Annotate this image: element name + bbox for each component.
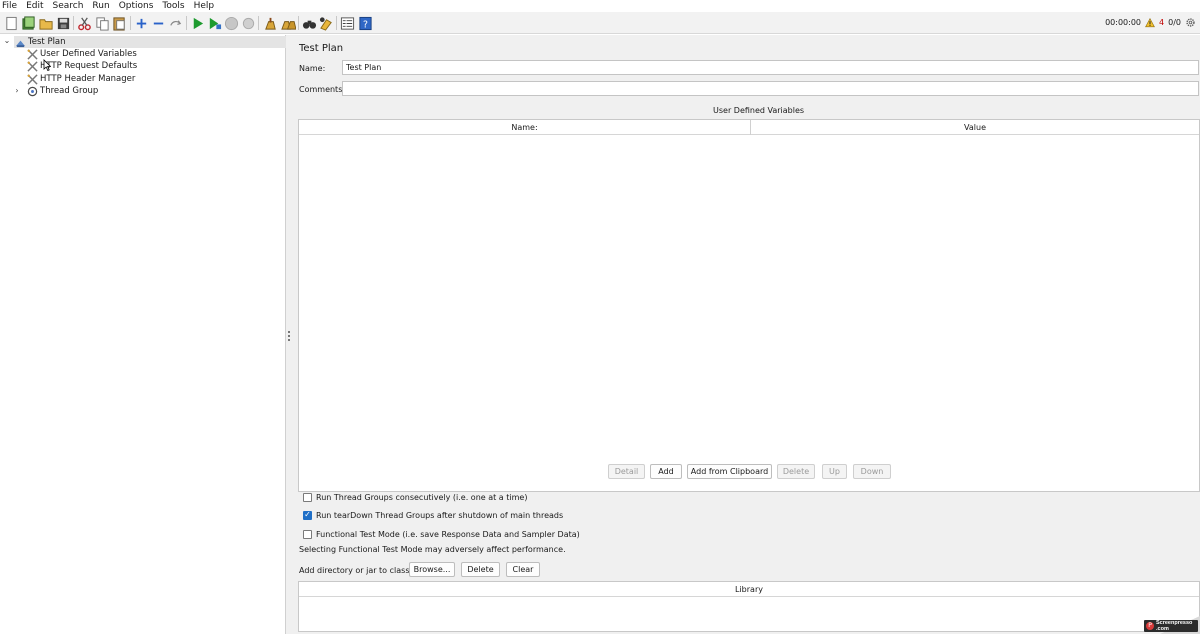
run-consecutively-option[interactable]: Run Thread Groups consecutively (i.e. on… [303,491,527,503]
toggle-icon[interactable] [167,15,183,31]
toolbar: ? 00:00:00 4 0/0 [0,12,1200,34]
column-header-value[interactable]: Value [751,120,1199,135]
collapse-arrow-icon[interactable]: ⌄ [3,37,11,45]
test-plan-icon [14,37,26,48]
tree-item-test-plan[interactable]: Test Plan [14,36,286,48]
udv-section-title: User Defined Variables [713,106,805,115]
user-defined-variables-table[interactable]: Name: Value [298,119,1200,492]
tree-item-label: Thread Group [40,86,99,96]
menu-search[interactable]: Search [50,0,87,12]
tree-item-label: HTTP Request Defaults [40,61,138,71]
tree-item-thread-group[interactable]: Thread Group [26,85,98,97]
name-label: Name: [299,64,326,73]
open-icon[interactable] [38,15,54,31]
tree-item-label: Test Plan [28,37,66,47]
tree-item-http-header-manager[interactable]: HTTP Header Manager [26,73,135,85]
test-plan-tree: ⌄ Test Plan User Defined Variables HTTP … [0,35,286,634]
search-icon[interactable] [301,15,317,31]
name-field[interactable]: Test Plan [342,60,1199,75]
functional-mode-note: Selecting Functional Test Mode may adver… [299,545,566,554]
warning-count[interactable]: 4 [1159,18,1164,27]
config-element-icon [26,60,38,72]
function-helper-icon[interactable] [339,15,355,31]
menu-run[interactable]: Run [89,0,112,12]
tree-item-label: User Defined Variables [40,49,137,59]
mouse-cursor-icon [43,59,52,74]
new-icon[interactable] [3,15,19,31]
down-button[interactable]: Down [853,464,891,479]
functional-mode-option[interactable]: Functional Test Mode (i.e. save Response… [303,528,580,540]
templates-icon[interactable] [20,15,36,31]
expand-arrow-icon[interactable]: › [13,87,21,95]
comments-label: Comments: [299,85,346,94]
shutdown-icon[interactable] [240,15,256,31]
screenpresso-watermark: P Screenpresso .com [1122,614,1200,634]
gear-icon[interactable] [1185,17,1196,28]
config-element-icon [26,73,38,85]
functional-mode-label: Functional Test Mode (i.e. save Response… [316,529,580,539]
expand-all-icon[interactable] [133,15,149,31]
collapse-all-icon[interactable] [150,15,166,31]
run-teardown-checkbox[interactable]: ✓ [303,510,312,520]
copy-icon[interactable] [94,15,110,31]
splitter-grip[interactable] [288,331,290,341]
detail-button[interactable]: Detail [608,464,645,479]
add-button[interactable]: Add [650,464,682,479]
column-header-name[interactable]: Name: [299,120,750,135]
delete-row-button[interactable]: Delete [777,464,815,479]
clear-all-icon[interactable] [280,15,296,31]
table-header: Name: Value [299,120,1199,135]
reset-search-icon[interactable] [318,15,334,31]
tree-item-label: HTTP Header Manager [40,74,136,84]
clear-icon[interactable] [262,15,278,31]
warning-icon[interactable] [1145,17,1155,28]
elapsed-time: 00:00:00 [1105,18,1142,27]
menu-options[interactable]: Options [116,0,157,12]
run-consecutively-checkbox[interactable] [303,492,312,502]
run-teardown-option[interactable]: ✓ Run tearDown Thread Groups after shutd… [303,509,563,521]
classpath-delete-button[interactable]: Delete [461,562,500,577]
svg-text:?: ? [363,19,368,30]
run-consecutively-label: Run Thread Groups consecutively (i.e. on… [316,492,528,502]
help-icon[interactable]: ? [357,15,373,31]
menu-help[interactable]: Help [191,0,218,12]
start-no-pauses-icon[interactable] [206,15,222,31]
thread-count: 0/0 [1168,18,1181,27]
column-header-library[interactable]: Library [299,582,1199,597]
cut-icon[interactable] [76,15,92,31]
config-element-icon [26,48,38,60]
add-from-clipboard-button[interactable]: Add from Clipboard [687,464,772,479]
panel-splitter[interactable] [286,35,293,634]
menu-bar: File Edit Search Run Options Tools Help [0,0,1200,12]
browse-button[interactable]: Browse... [409,562,455,577]
comments-field[interactable] [342,81,1199,96]
menu-file[interactable]: File [0,0,20,12]
paste-icon[interactable] [111,15,127,31]
start-icon[interactable] [189,15,205,31]
page-title: Test Plan [299,43,344,54]
watermark-logo: P Screenpresso .com [1144,620,1198,632]
save-icon[interactable] [55,15,71,31]
library-table[interactable]: Library [298,581,1200,632]
functional-mode-checkbox[interactable] [303,529,312,539]
menu-edit[interactable]: Edit [23,0,46,12]
status-area: 00:00:00 4 0/0 [1105,17,1196,28]
up-button[interactable]: Up [822,464,847,479]
classpath-clear-button[interactable]: Clear [506,562,540,577]
menu-tools[interactable]: Tools [159,0,187,12]
thread-group-icon [26,86,38,97]
stop-icon[interactable] [223,15,239,31]
test-plan-editor: Test Plan Name: Test Plan Comments: User… [293,35,1200,634]
watermark-text: Screenpresso .com [1156,620,1193,632]
screenpresso-logo-icon: P [1146,622,1154,630]
run-teardown-label: Run tearDown Thread Groups after shutdow… [316,510,564,520]
